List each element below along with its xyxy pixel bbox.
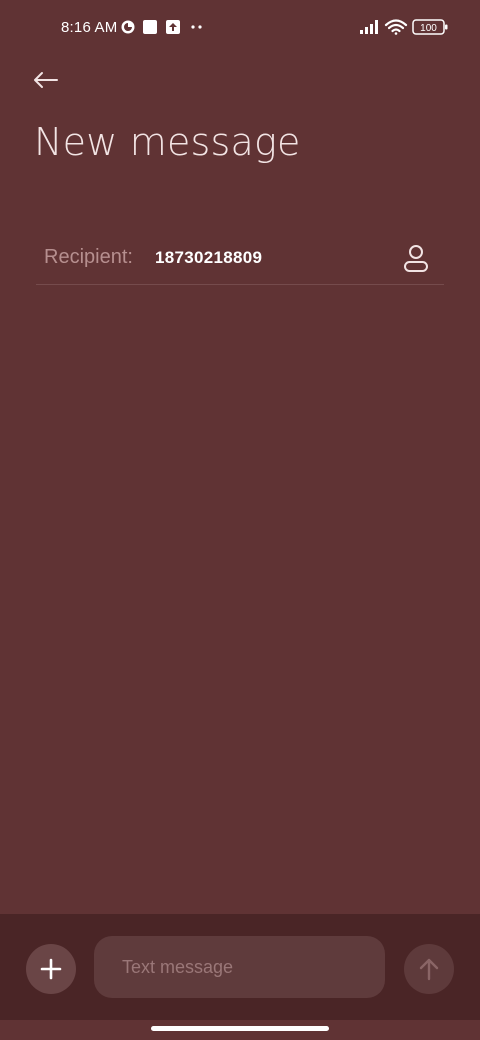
status-notification-icons (121, 20, 202, 34)
battery-level: 100 (420, 23, 437, 34)
compose-bar (0, 914, 480, 1020)
message-input-container (94, 936, 385, 998)
back-button[interactable] (28, 62, 64, 98)
status-time: 8:16 AM (61, 19, 118, 36)
attach-button[interactable] (26, 944, 76, 994)
square-notification-icon (143, 20, 157, 34)
data-saver-icon (121, 20, 135, 34)
wifi-icon (384, 19, 408, 35)
recipient-label: Recipient: (44, 246, 133, 268)
signal-icon (360, 20, 378, 34)
plus-icon (40, 958, 62, 980)
contact-picker-button[interactable] (398, 240, 434, 276)
send-button[interactable] (404, 944, 454, 994)
recipient-value[interactable]: 18730218809 (155, 248, 262, 268)
status-bar: 8:16 AM 100 (0, 0, 480, 56)
battery-icon: 100 (412, 19, 448, 35)
recipient-row[interactable]: Recipient: 18730218809 (36, 232, 444, 285)
person-icon (404, 245, 428, 272)
message-input[interactable] (94, 936, 385, 998)
page-title: New message (34, 120, 301, 164)
more-dots-icon (191, 25, 202, 29)
arrow-left-icon (34, 72, 58, 88)
home-indicator[interactable] (151, 1026, 329, 1031)
status-system-icons: 100 (360, 19, 448, 35)
arrow-up-icon (419, 958, 439, 981)
upload-notification-icon (166, 20, 180, 34)
